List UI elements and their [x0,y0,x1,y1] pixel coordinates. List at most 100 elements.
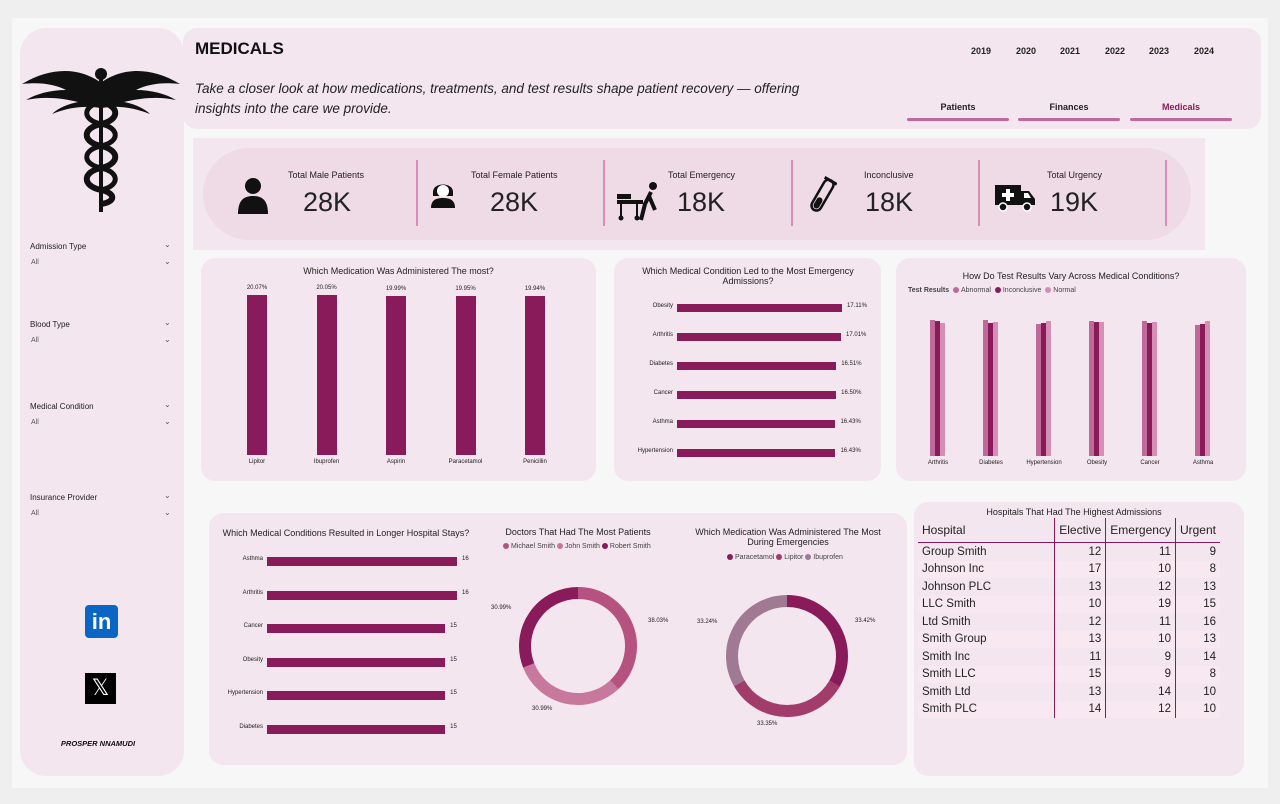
bar [267,691,446,700]
table-cell: Smith Group [918,630,1055,648]
filter-value-blood-type[interactable]: All [31,337,39,344]
table-cell: 10 [1105,560,1176,578]
table-cell: 13 [1054,578,1106,596]
table-cell: 15 [1054,665,1106,683]
nav-tab-finances[interactable]: Finances [1018,102,1120,112]
column-header[interactable]: Emergency [1105,518,1176,543]
chart-legend: Paracetamol Lipitor Ibuprofen [727,554,843,561]
table-cell: Johnson Inc [918,560,1055,578]
chevron-down-icon[interactable]: ⌄ [164,257,171,266]
data-label: 19.95% [455,285,476,292]
data-label: 19.94% [524,286,546,293]
data-label: 16.50% [841,390,862,396]
table-cell: 10 [1174,683,1220,701]
bar [1099,322,1104,456]
year-slicer-2020[interactable]: 2020 [1016,46,1036,56]
table-cell: 19 [1105,595,1176,613]
kpi-label: Total Female Patients [471,170,558,180]
legend-dot [776,554,783,561]
table-cell: 15 [1174,595,1220,613]
tick-label: Hypertension [1026,460,1062,466]
data-label: 15 [450,690,457,696]
kpi-value: 28K [490,187,539,217]
filter-value-medical-condition[interactable]: All [31,419,39,426]
table-cell: 11 [1054,648,1106,666]
bar [677,333,842,341]
legend-item: Ibuprofen [813,554,843,561]
kpi-divider [603,160,605,226]
bar [677,304,842,312]
kpi-label: Total Male Patients [288,170,365,180]
column-header[interactable]: Urgent [1174,518,1220,543]
data-label: 16.43% [840,448,861,454]
filter-value-insurance-provider[interactable]: All [31,510,39,517]
filter-label-blood-type: Blood Type [30,320,70,329]
data-label: 20.05% [316,285,337,292]
table-cell: 13 [1054,683,1106,701]
table-cell: 11 [1105,542,1176,561]
nav-tab-patients[interactable]: Patients [907,102,1009,112]
bar [993,322,998,456]
filter-value-admission-type[interactable]: All [31,259,39,266]
table-row: Smith PLC 14 12 10 [918,700,1220,718]
table-cell: Smith Inc [922,650,970,663]
chevron-down-icon[interactable]: ⌄ [164,417,171,426]
year-slicer-2019[interactable]: 2019 [971,46,991,56]
data-label: 20.07% [246,285,268,291]
data-label: 15 [450,656,457,663]
chevron-down-icon[interactable]: ⌄ [164,240,171,249]
bar [267,657,446,667]
chevron-down-icon[interactable]: ⌄ [164,491,171,500]
chart-title: How Do Test Results Vary Across Medical … [962,271,1180,281]
year-slicer-2023[interactable]: 2023 [1149,46,1169,56]
female-user-icon [431,184,455,208]
year-slicer-2022[interactable]: 2022 [1105,46,1125,56]
table-cell: 9 [1174,542,1220,561]
table-cell: 11 [1105,613,1176,631]
column-header[interactable]: Hospital [918,518,1055,543]
table-row: Johnson Inc 17 10 8 [918,560,1220,578]
legend-dot [1045,287,1052,294]
tick-label: Cancer [243,623,263,629]
bar [525,296,545,455]
table-cell: 13 [1174,630,1220,648]
legend-item: Normal [1053,287,1076,294]
data-label: 15 [450,723,457,730]
chevron-down-icon[interactable]: ⌄ [164,318,171,327]
chart-legend: Test Results Abnormal Inconclusive Norma… [908,287,1076,294]
tick-label: Lipitor [248,459,266,465]
male-user-icon [238,178,268,214]
x-icon[interactable]: 𝕏 [85,673,116,704]
year-slicer-2024[interactable]: 2024 [1194,46,1214,56]
column-header[interactable]: Elective [1054,518,1106,543]
chevron-down-icon[interactable]: ⌄ [164,400,171,409]
table-cell: 17 [1054,560,1106,578]
table-cell: Smith PLC [918,700,1055,718]
data-label: 30.99% [491,605,512,611]
table-cell: 9 [1105,648,1176,666]
stretcher-icon [617,182,657,221]
table-cell: Johnson PLC [922,580,992,593]
data-label: 16.51% [841,361,862,367]
chevron-down-icon[interactable]: ⌄ [164,508,171,517]
tick-label: Hypertension [227,690,263,696]
chart-title: Doctors That Had The Most Patients [505,527,651,537]
table-row: Smith Inc 11 9 14 [918,648,1220,666]
chevron-down-icon[interactable]: ⌄ [164,335,171,344]
legend-item: Inconclusive [1002,287,1042,294]
kpi-divider [1165,160,1167,226]
bar [1152,322,1157,456]
year-slicer-2021[interactable]: 2021 [1060,46,1080,56]
tick-label: Obesity [1086,460,1108,466]
table-cell: 8 [1174,665,1220,683]
nav-tab-medicals[interactable]: Medicals [1130,102,1232,112]
chart-title: Which Medical Condition Led to the Most … [642,266,854,286]
table-cell: Ltd Smith [922,615,971,628]
legend-title: Test Results [908,287,950,294]
tick-label: Asthma [1192,460,1214,466]
linkedin-icon[interactable]: in [85,605,118,638]
data-label: 33.24% [697,619,718,625]
nav-tab-underline [1130,118,1232,121]
data-label: 17.11% [847,303,867,309]
table-cell: 10 [1174,700,1220,718]
